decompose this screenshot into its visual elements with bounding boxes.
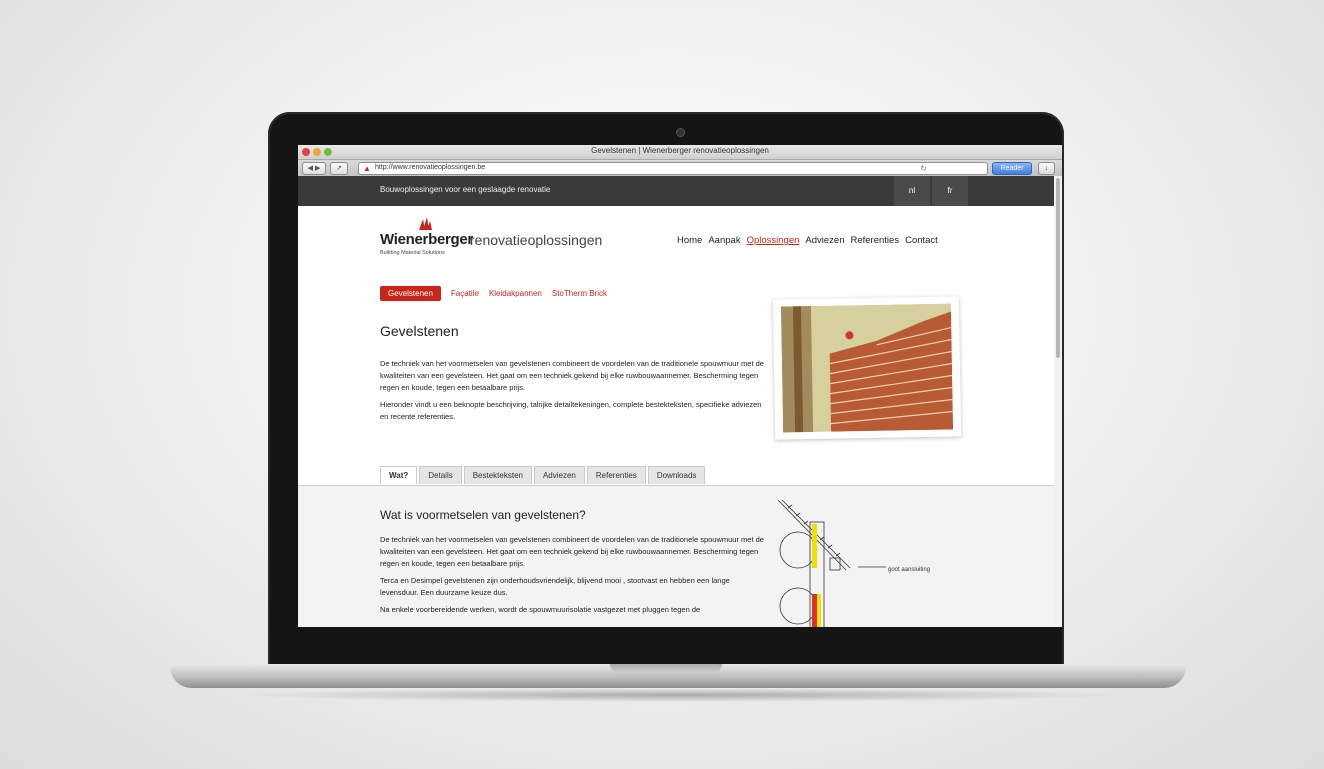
logo-brand[interactable]: Wienerberger bbox=[380, 231, 473, 248]
tab-bestekteksten[interactable]: Bestekteksten bbox=[463, 466, 532, 484]
content-tabs: Wat? Details Bestekteksten Adviezen Refe… bbox=[380, 466, 706, 484]
laptop-shadow bbox=[230, 688, 1130, 702]
subtab-gevelstenen[interactable]: Gevelstenen bbox=[380, 286, 441, 301]
favicon-icon: ▲ bbox=[363, 164, 371, 173]
main-nav: Home Aanpak Oplossingen Adviezen Referen… bbox=[677, 235, 938, 246]
laptop-notch bbox=[610, 664, 722, 673]
section-text: De techniek van het voormetselen van gev… bbox=[380, 534, 770, 621]
nav-referenties[interactable]: Referenties bbox=[850, 235, 899, 246]
language-nl-link[interactable]: nl bbox=[894, 176, 930, 206]
nav-oplossingen[interactable]: Oplossingen bbox=[747, 235, 800, 246]
page-scrollbar[interactable] bbox=[1054, 176, 1062, 627]
browser-window: Gevelstenen | Wienerberger renovatieoplo… bbox=[298, 145, 1062, 627]
nav-adviezen[interactable]: Adviezen bbox=[805, 235, 844, 246]
scrollbar-thumb[interactable] bbox=[1056, 178, 1060, 358]
solution-subtabs: Gevelstenen Façatile Kleidakpannen StoTh… bbox=[380, 286, 607, 301]
intro-text: De techniek van het voormetselen van gev… bbox=[380, 358, 768, 428]
tab-wat[interactable]: Wat? bbox=[380, 466, 418, 484]
subtab-stotherm-brick[interactable]: StoTherm Brick bbox=[552, 286, 607, 301]
nav-aanpak[interactable]: Aanpak bbox=[708, 235, 740, 246]
subtab-kleidakpannen[interactable]: Kleidakpannen bbox=[489, 286, 542, 301]
url-text: http://www.renovatieoplossingen.be bbox=[375, 164, 486, 171]
logo-tagline: Building Material Solutions bbox=[380, 250, 445, 256]
section-title: Wat is voormetselen van gevelstenen? bbox=[380, 508, 586, 522]
camera bbox=[676, 128, 685, 137]
logo-product[interactable]: renovatieoplossingen bbox=[470, 232, 602, 248]
section-paragraph: Terca en Desimpel gevelstenen zijn onder… bbox=[380, 576, 730, 597]
tab-referenties[interactable]: Referenties bbox=[586, 466, 646, 484]
site-top-bar: Bouwoplossingen voor een geslaagde renov… bbox=[298, 176, 1054, 206]
subtab-facatile[interactable]: Façatile bbox=[451, 286, 479, 301]
intro-paragraph: De techniek van het voormetselen van gev… bbox=[380, 359, 764, 392]
reader-button[interactable]: Reader bbox=[992, 162, 1032, 175]
section-paragraph: De techniek van het voormetselen van gev… bbox=[380, 535, 764, 568]
intro-paragraph: Hieronder vindt u een beknopte beschrijv… bbox=[380, 400, 762, 421]
tab-downloads[interactable]: Downloads bbox=[647, 466, 706, 484]
back-forward-button[interactable]: ◀ ▶ bbox=[302, 162, 326, 175]
page-title: Gevelstenen bbox=[380, 323, 459, 339]
site-header: Wienerberger renovatieoplossingen Buildi… bbox=[298, 206, 1054, 261]
web-page: Bouwoplossingen voor een geslaagde renov… bbox=[298, 176, 1054, 627]
site-tagline: Bouwoplossingen voor een geslaagde renov… bbox=[380, 185, 551, 194]
brick-wall-photo bbox=[780, 303, 954, 433]
address-bar[interactable]: ▲ http://www.renovatieoplossingen.be ↻ bbox=[358, 162, 988, 175]
nav-contact[interactable]: Contact bbox=[905, 235, 938, 246]
nav-home[interactable]: Home bbox=[677, 235, 702, 246]
language-fr-link[interactable]: fr bbox=[932, 176, 968, 206]
drawing-label: goot aansluiting bbox=[888, 567, 931, 573]
brick-wall-photo-frame bbox=[772, 296, 962, 440]
wienerberger-logo-icon bbox=[419, 217, 432, 230]
title-bar: Gevelstenen | Wienerberger renovatieoplo… bbox=[298, 145, 1062, 160]
share-icon[interactable]: ↗ bbox=[330, 162, 348, 175]
downloads-icon[interactable]: ↓ bbox=[1038, 162, 1055, 175]
browser-toolbar: ◀ ▶ ↗ ▲ http://www.renovatieoplossingen.… bbox=[298, 160, 1062, 177]
tab-adviezen[interactable]: Adviezen bbox=[533, 466, 585, 484]
reload-icon[interactable]: ↻ bbox=[920, 164, 927, 173]
detail-drawing bbox=[777, 499, 886, 627]
window-title: Gevelstenen | Wienerberger renovatieoplo… bbox=[591, 146, 769, 155]
tab-details[interactable]: Details bbox=[419, 466, 462, 484]
section-paragraph: Na enkele voorbereidende werken, wordt d… bbox=[380, 605, 701, 614]
